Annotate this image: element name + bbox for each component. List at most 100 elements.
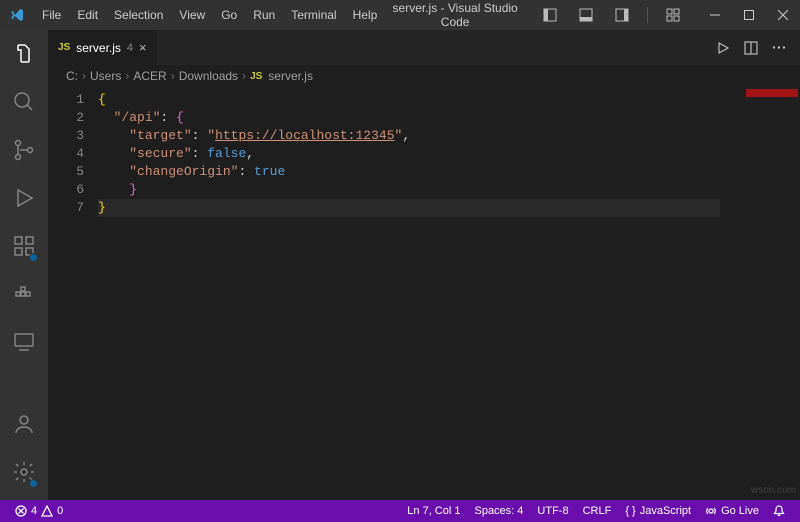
editor-actions (702, 30, 800, 65)
code-token: " (207, 128, 215, 143)
code-token: "target" (129, 128, 191, 143)
breadcrumb-segment[interactable]: C: (66, 69, 78, 83)
menu-edit[interactable]: Edit (69, 0, 106, 30)
run-debug-icon[interactable] (0, 174, 48, 222)
title-bar: File Edit Selection View Go Run Terminal… (0, 0, 800, 30)
javascript-file-icon: JS (250, 71, 262, 82)
main-area: JS server.js 4 × C: › Users › ACER › Dow… (0, 30, 800, 500)
code-token: { (98, 92, 106, 107)
activity-bar (0, 30, 48, 500)
separator (647, 7, 648, 23)
source-control-icon[interactable] (0, 126, 48, 174)
toggle-primary-sidebar-icon[interactable] (533, 0, 567, 30)
tab-problem-count: 4 (127, 42, 133, 54)
line-number: 3 (48, 127, 98, 145)
status-problems[interactable]: 4 0 (8, 500, 70, 522)
badge-icon (29, 479, 38, 488)
watermark: wson.com (751, 485, 796, 496)
search-icon[interactable] (0, 78, 48, 126)
toggle-panel-icon[interactable] (569, 0, 603, 30)
code-token: , (402, 128, 410, 143)
status-indentation[interactable]: Spaces: 4 (467, 505, 530, 517)
warning-count: 0 (57, 505, 63, 517)
breadcrumb-file[interactable]: server.js (268, 69, 313, 83)
breadcrumb-segment[interactable]: Users (90, 69, 121, 83)
line-number: 1 (48, 91, 98, 109)
more-actions-icon[interactable] (768, 37, 790, 59)
minimize-button[interactable] (698, 0, 732, 30)
chevron-right-icon: › (242, 69, 246, 83)
vscode-logo (0, 7, 34, 23)
menu-selection[interactable]: Selection (106, 0, 171, 30)
code-token: , (246, 146, 254, 161)
explorer-icon[interactable] (0, 30, 48, 78)
code-token: "/api" (114, 110, 161, 125)
breadcrumb-segment[interactable]: ACER (133, 69, 166, 83)
minimap[interactable] (720, 87, 800, 500)
menu-help[interactable]: Help (345, 0, 386, 30)
status-notifications-icon[interactable] (766, 505, 792, 517)
settings-gear-icon[interactable] (0, 448, 48, 496)
code-token: { (176, 110, 184, 125)
code-token: } (129, 182, 137, 197)
code-token: https://localhost:12345 (215, 128, 394, 143)
code-token: : (238, 164, 254, 179)
menu-bar: File Edit Selection View Go Run Terminal… (34, 0, 385, 30)
menu-terminal[interactable]: Terminal (283, 0, 344, 30)
chevron-right-icon: › (171, 69, 175, 83)
customize-layout-icon[interactable] (656, 0, 690, 30)
tab-label: server.js (76, 41, 121, 55)
tab-close-icon[interactable]: × (139, 40, 147, 55)
code-token: : (192, 146, 208, 161)
tab-server-js[interactable]: JS server.js 4 × (48, 30, 158, 65)
menu-file[interactable]: File (34, 0, 69, 30)
line-number: 6 (48, 181, 98, 199)
menu-go[interactable]: Go (213, 0, 245, 30)
window-controls (698, 0, 800, 30)
code-token: true (254, 164, 285, 179)
minimap-error-region (746, 89, 798, 97)
code-content[interactable]: { "/api": { "target": "https://localhost… (98, 87, 720, 500)
chevron-right-icon: › (82, 69, 86, 83)
status-cursor-position[interactable]: Ln 7, Col 1 (400, 505, 467, 517)
status-language-mode[interactable]: { } JavaScript (618, 505, 698, 517)
badge-icon (29, 253, 38, 262)
layout-controls (525, 0, 698, 30)
menu-view[interactable]: View (171, 0, 213, 30)
status-eol[interactable]: CRLF (576, 505, 619, 517)
menu-run[interactable]: Run (245, 0, 283, 30)
accounts-icon[interactable] (0, 400, 48, 448)
line-number: 2 (48, 109, 98, 127)
language-label: JavaScript (640, 505, 691, 517)
error-count: 4 (31, 505, 37, 517)
close-button[interactable] (766, 0, 800, 30)
line-number: 4 (48, 145, 98, 163)
run-icon[interactable] (712, 37, 734, 59)
remote-icon[interactable] (0, 318, 48, 366)
braces-icon: { } (625, 505, 635, 517)
line-number: 7 (48, 199, 98, 217)
breadcrumbs[interactable]: C: › Users › ACER › Downloads › JS serve… (48, 65, 800, 87)
maximize-button[interactable] (732, 0, 766, 30)
docker-icon[interactable] (0, 270, 48, 318)
tabs-bar: JS server.js 4 × (48, 30, 800, 65)
code-editor[interactable]: 1 2 3 4 5 6 7 { "/api": { "target": "htt… (48, 87, 800, 500)
code-token: } (98, 200, 106, 215)
window-title: server.js - Visual Studio Code (385, 1, 525, 29)
code-token: "changeOrigin" (129, 164, 238, 179)
code-token: false (207, 146, 246, 161)
extensions-icon[interactable] (0, 222, 48, 270)
editor-area: JS server.js 4 × C: › Users › ACER › Dow… (48, 30, 800, 500)
status-go-live[interactable]: Go Live (698, 505, 766, 517)
status-encoding[interactable]: UTF-8 (530, 505, 575, 517)
code-token: : (160, 110, 176, 125)
split-editor-icon[interactable] (740, 37, 762, 59)
status-bar: 4 0 Ln 7, Col 1 Spaces: 4 UTF-8 CRLF { }… (0, 500, 800, 522)
breadcrumb-segment[interactable]: Downloads (179, 69, 238, 83)
toggle-secondary-sidebar-icon[interactable] (605, 0, 639, 30)
go-live-label: Go Live (721, 505, 759, 517)
chevron-right-icon: › (125, 69, 129, 83)
javascript-file-icon: JS (58, 42, 70, 53)
line-number: 5 (48, 163, 98, 181)
line-number-gutter: 1 2 3 4 5 6 7 (48, 87, 98, 500)
